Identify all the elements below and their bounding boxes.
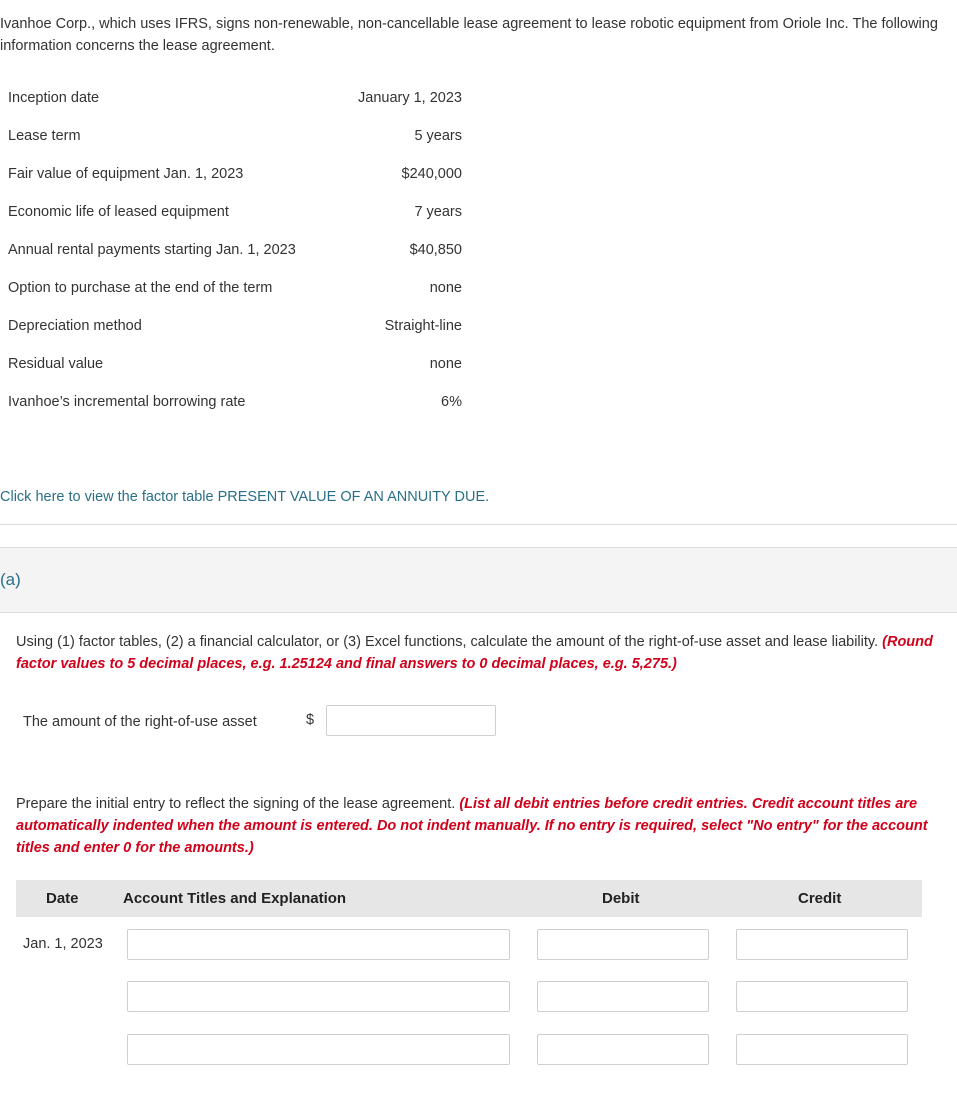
info-row-depreciation-method: Depreciation method Straight-line [8, 307, 464, 345]
info-row-purchase-option: Option to purchase at the end of the ter… [8, 269, 464, 307]
info-value: none [429, 356, 462, 372]
debit-input[interactable] [537, 981, 709, 1012]
entry-instruction: Prepare the initial entry to reflect the… [16, 796, 456, 812]
info-value: January 1, 2023 [358, 90, 462, 106]
account-title-input[interactable] [127, 981, 510, 1012]
info-label: Annual rental payments starting Jan. 1, … [8, 242, 296, 258]
debit-input[interactable] [537, 1034, 709, 1065]
info-label: Fair value of equipment Jan. 1, 2023 [8, 166, 244, 182]
question-text: Using (1) factor tables, (2) a financial… [16, 634, 879, 650]
header-credit: Credit [798, 890, 842, 907]
info-row-annual-payments: Annual rental payments starting Jan. 1, … [8, 231, 464, 269]
debit-input[interactable] [537, 929, 709, 960]
entry-question: Prepare the initial entry to reflect the… [16, 793, 946, 859]
part-label: (a) [0, 570, 21, 589]
info-value: none [429, 280, 462, 296]
section-divider [0, 524, 957, 525]
currency-symbol: $ [306, 712, 315, 728]
info-row-inception-date: Inception date January 1, 2023 [8, 79, 464, 117]
info-label: Residual value [8, 356, 104, 372]
journal-header: Date Account Titles and Explanation Debi… [16, 880, 922, 917]
info-label: Ivanhoe’s incremental borrowing rate [8, 394, 246, 410]
rou-asset-label: The amount of the right-of-use asset [23, 714, 257, 730]
journal-date: Jan. 1, 2023 [23, 936, 103, 952]
part-a-header: (a) [0, 547, 957, 613]
lease-info-table: Inception date January 1, 2023 Lease ter… [8, 79, 464, 421]
info-row-fair-value: Fair value of equipment Jan. 1, 2023 $24… [8, 155, 464, 193]
info-value: 5 years [414, 128, 462, 144]
account-title-input[interactable] [127, 929, 510, 960]
rou-asset-input[interactable] [326, 705, 496, 736]
credit-input[interactable] [736, 981, 908, 1012]
info-value: $240,000 [401, 166, 462, 182]
info-label: Option to purchase at the end of the ter… [8, 280, 273, 296]
problem-intro: Ivanhoe Corp., which uses IFRS, signs no… [0, 16, 938, 54]
credit-input[interactable] [736, 929, 908, 960]
info-value: Straight-line [384, 318, 462, 334]
header-debit: Debit [602, 890, 640, 907]
info-label: Lease term [8, 128, 81, 144]
info-row-lease-term: Lease term 5 years [8, 117, 464, 155]
credit-input[interactable] [736, 1034, 908, 1065]
info-label: Depreciation method [8, 318, 142, 334]
info-row-borrowing-rate: Ivanhoe’s incremental borrowing rate 6% [8, 383, 464, 421]
info-value: 6% [441, 394, 462, 410]
info-label: Inception date [8, 90, 100, 106]
info-row-economic-life: Economic life of leased equipment 7 year… [8, 193, 464, 231]
info-label: Economic life of leased equipment [8, 204, 229, 220]
factor-table-link[interactable]: Click here to view the factor table PRES… [0, 489, 489, 505]
info-row-residual-value: Residual value none [8, 345, 464, 383]
account-title-input[interactable] [127, 1034, 510, 1065]
info-value: $40,850 [409, 242, 462, 258]
header-account: Account Titles and Explanation [123, 890, 347, 907]
rou-question: Using (1) factor tables, (2) a financial… [16, 631, 936, 675]
info-value: 7 years [414, 204, 462, 220]
header-date: Date [46, 890, 79, 907]
